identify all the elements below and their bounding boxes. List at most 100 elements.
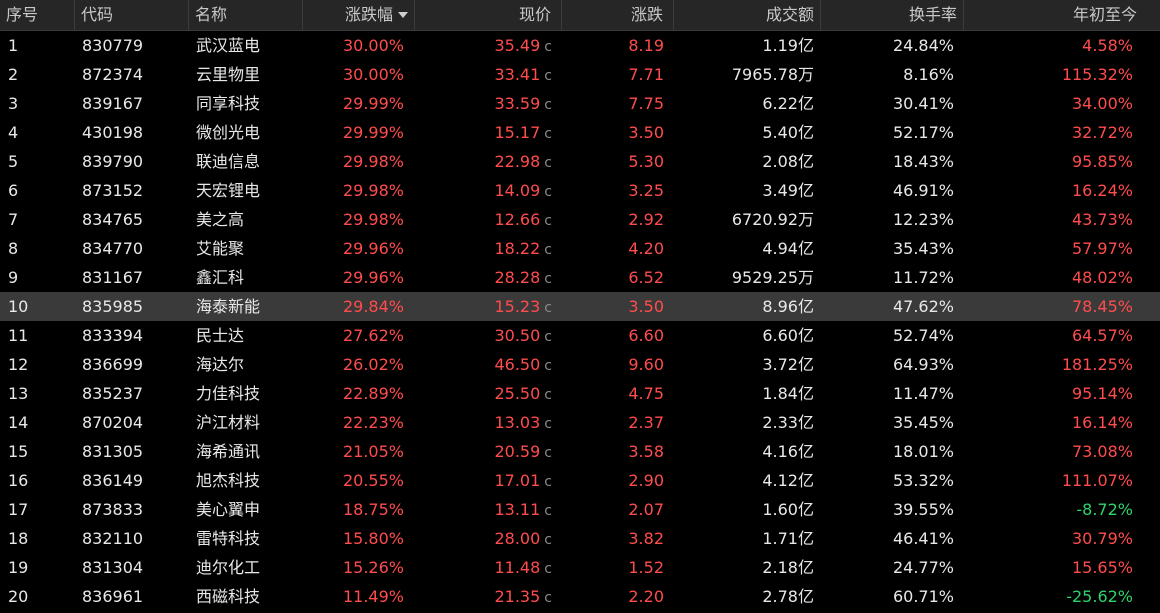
table-row[interactable]: 5 839790 联迪信息 29.98% 22.98 c 5.30 2.08亿 1…: [0, 147, 1160, 176]
ytd-change: 43.73%: [1071, 210, 1133, 229]
stock-name: 美之高: [196, 210, 245, 229]
table-row[interactable]: 8 834770 艾能聚 29.96% 18.22 c 4.20 4.94亿 35…: [0, 234, 1160, 263]
turnover-rate: 64.93%: [892, 355, 954, 374]
table-row[interactable]: 1 830779 武汉蓝电 30.00% 35.49 c 8.19 1.19亿 2…: [0, 31, 1160, 60]
column-header-change-pct[interactable]: 涨跌幅: [302, 0, 414, 30]
turnover: 2.18亿: [762, 558, 814, 577]
change: 4.20: [628, 239, 664, 258]
table-row[interactable]: 19 831304 迪尔化工 15.26% 11.48 c 1.52 2.18亿 …: [0, 553, 1160, 582]
column-header-turnover[interactable]: 成交额: [673, 0, 820, 30]
ytd-change: -8.72%: [1076, 500, 1133, 519]
price-cell: 13.11 c: [414, 495, 552, 524]
column-header-ytd[interactable]: 年初至今: [963, 0, 1143, 30]
turnover-rate: 53.32%: [892, 471, 954, 490]
price-cell: 35.49 c: [414, 31, 552, 60]
table-row[interactable]: 3 839167 同享科技 29.99% 33.59 c 7.75 6.22亿 3…: [0, 89, 1160, 118]
stock-code: 834770: [82, 239, 144, 258]
column-header-turnover-rate[interactable]: 换手率: [820, 0, 963, 30]
price-cell: 17.01 c: [414, 466, 552, 495]
table-row[interactable]: 2 872374 云里物里 30.00% 33.41 c 7.71 7965.78…: [0, 60, 1160, 89]
stock-code: 873152: [82, 181, 144, 200]
price: 22.98: [494, 152, 541, 171]
stock-code: 872374: [82, 65, 144, 84]
turnover: 6.60亿: [762, 326, 814, 345]
change: 2.92: [628, 210, 664, 229]
price: 30.50: [494, 326, 541, 345]
turnover: 7965.78万: [731, 65, 814, 84]
turnover: 1.60亿: [762, 500, 814, 519]
turnover: 3.49亿: [762, 181, 814, 200]
price: 15.17: [494, 123, 541, 142]
column-header-label: 涨跌: [630, 5, 663, 24]
change: 7.71: [628, 65, 664, 84]
price: 13.03: [494, 413, 541, 432]
table-row[interactable]: 12 836699 海达尔 26.02% 46.50 c 9.60 3.72亿 6…: [0, 350, 1160, 379]
turnover-rate: 47.62%: [892, 297, 954, 316]
change: 2.20: [628, 587, 664, 606]
turnover: 3.72亿: [762, 355, 814, 374]
change-pct: 15.26%: [342, 558, 404, 577]
turnover: 1.19亿: [762, 36, 814, 55]
ytd-change: 16.24%: [1071, 181, 1133, 200]
column-header-change[interactable]: 涨跌: [561, 0, 673, 30]
change: 3.25: [628, 181, 664, 200]
price-cell: 12.66 c: [414, 205, 552, 234]
table-row[interactable]: 20 836961 西磁科技 11.49% 21.35 c 2.20 2.78亿 …: [0, 582, 1160, 611]
price-cell: 30.50 c: [414, 321, 552, 350]
column-header-label: 名称: [195, 5, 228, 24]
price-cell: 33.41 c: [414, 60, 552, 89]
table-row[interactable]: 18 832110 雷特科技 15.80% 28.00 c 3.82 1.71亿 …: [0, 524, 1160, 553]
price-cell: 25.50 c: [414, 379, 552, 408]
price-cell: 28.00 c: [414, 524, 552, 553]
price: 18.22: [494, 239, 541, 258]
column-header-index[interactable]: 序号: [0, 0, 74, 30]
stock-name: 西磁科技: [196, 587, 261, 606]
price-marker: c: [544, 358, 552, 374]
change-pct: 15.80%: [342, 529, 404, 548]
price-marker: c: [544, 39, 552, 55]
column-header-name[interactable]: 名称: [188, 0, 302, 30]
table-row[interactable]: 11 833394 民士达 27.62% 30.50 c 6.60 6.60亿 5…: [0, 321, 1160, 350]
row-index: 20: [8, 587, 29, 606]
price-marker: c: [544, 97, 552, 113]
price: 11.48: [494, 558, 541, 577]
change-pct: 29.99%: [342, 123, 404, 142]
stock-name: 武汉蓝电: [196, 36, 261, 55]
stock-code: 830779: [82, 36, 144, 55]
row-index: 2: [8, 65, 19, 84]
stock-code: 836961: [82, 587, 144, 606]
change-pct: 11.49%: [342, 587, 404, 606]
stock-code: 873833: [82, 500, 144, 519]
price-cell: 15.17 c: [414, 118, 552, 147]
table-row[interactable]: 6 873152 天宏锂电 29.98% 14.09 c 3.25 3.49亿 4…: [0, 176, 1160, 205]
ytd-change: -25.62%: [1066, 587, 1133, 606]
price-cell: 18.22 c: [414, 234, 552, 263]
table-row[interactable]: 7 834765 美之高 29.98% 12.66 c 2.92 6720.92万…: [0, 205, 1160, 234]
ytd-change: 95.85%: [1071, 152, 1133, 171]
turnover-rate: 11.47%: [892, 384, 954, 403]
ytd-change: 181.25%: [1061, 355, 1133, 374]
table-row[interactable]: 16 836149 旭杰科技 20.55% 17.01 c 2.90 4.12亿 …: [0, 466, 1160, 495]
change: 1.52: [628, 558, 664, 577]
stock-code: 831304: [82, 558, 144, 577]
column-header-price[interactable]: 现价: [414, 0, 561, 30]
price: 33.59: [494, 94, 541, 113]
turnover: 2.08亿: [762, 152, 814, 171]
column-header-code[interactable]: 代码: [74, 0, 188, 30]
table-header: 序号 代码 名称 涨跌幅 现价 涨跌 成交额 换手率 年初至今: [0, 0, 1160, 31]
stock-name: 旭杰科技: [196, 471, 261, 490]
table-row[interactable]: 13 835237 力佳科技 22.89% 25.50 c 4.75 1.84亿 …: [0, 379, 1160, 408]
table-row[interactable]: 17 873833 美心翼申 18.75% 13.11 c 2.07 1.60亿 …: [0, 495, 1160, 524]
price-marker: c: [544, 561, 552, 577]
table-row[interactable]: 14 870204 沪江材料 22.23% 13.03 c 2.37 2.33亿 …: [0, 408, 1160, 437]
table-row[interactable]: 9 831167 鑫汇科 29.96% 28.28 c 6.52 9529.25万…: [0, 263, 1160, 292]
table-row[interactable]: 15 831305 海希通讯 21.05% 20.59 c 3.58 4.16亿 …: [0, 437, 1160, 466]
stock-code: 430198: [82, 123, 144, 142]
stock-name: 云里物里: [196, 65, 261, 84]
table-row[interactable]: 10 835985 海泰新能 29.84% 15.23 c 3.50 8.96亿 …: [0, 292, 1160, 321]
row-index: 17: [8, 500, 29, 519]
ytd-change: 15.65%: [1071, 558, 1133, 577]
turnover: 4.12亿: [762, 471, 814, 490]
table-row[interactable]: 4 430198 微创光电 29.99% 15.17 c 3.50 5.40亿 5…: [0, 118, 1160, 147]
stock-code: 839167: [82, 94, 144, 113]
